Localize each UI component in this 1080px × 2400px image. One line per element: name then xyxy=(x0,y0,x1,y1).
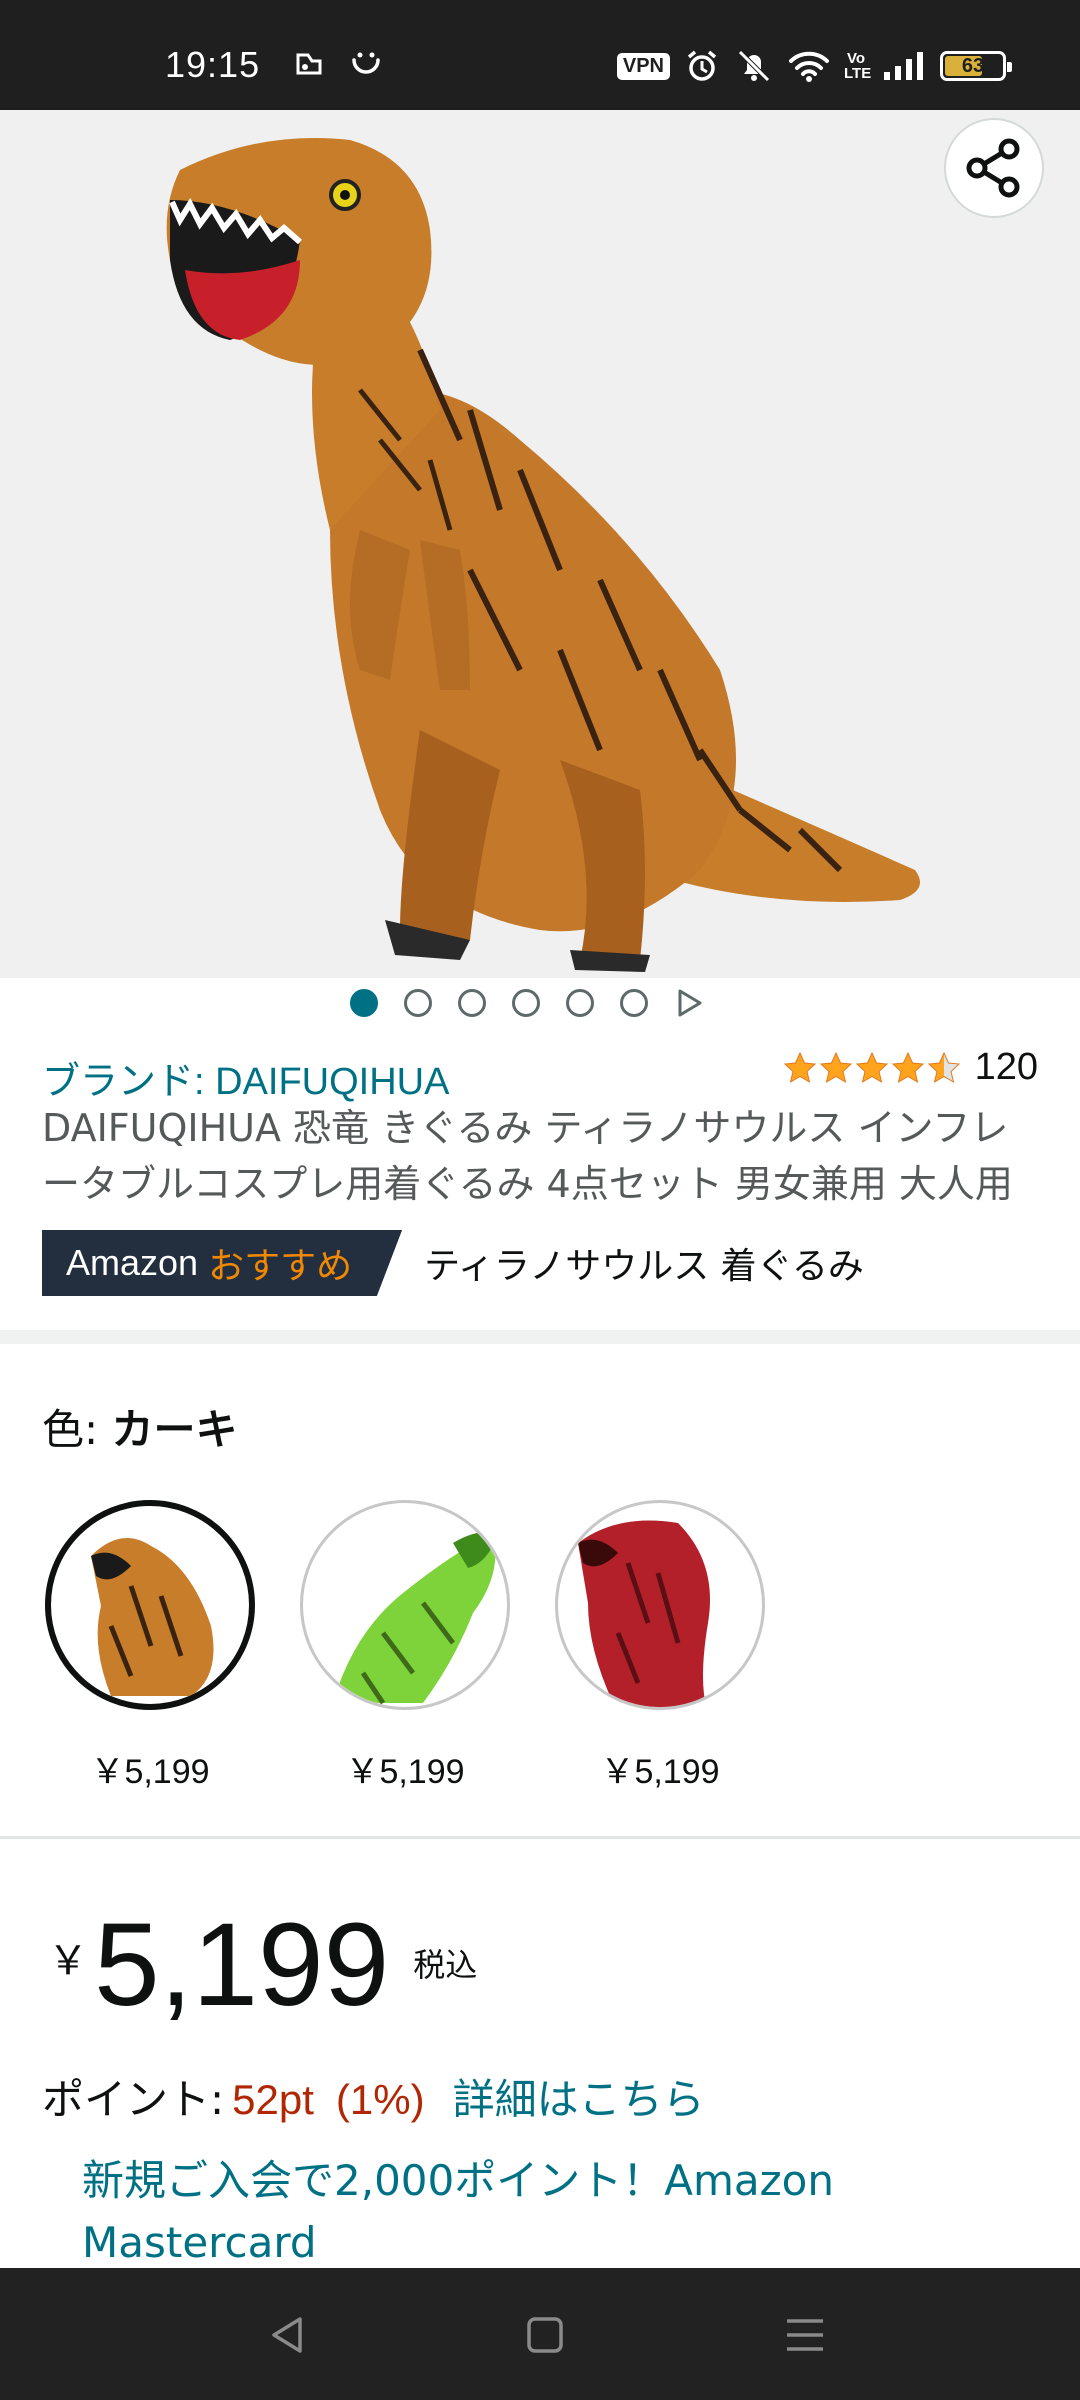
mastercard-promo-link[interactable]: 新規ご入会で2,000ポイント！Amazon Mastercard xyxy=(82,2150,982,2274)
choice-keyword: ティラノサウルス 着ぐるみ xyxy=(424,1246,864,1287)
points-label: ポイント: xyxy=(42,2075,225,2124)
color-swatch-price: ￥5,199 xyxy=(90,1753,210,1791)
price-block: ￥ 5,199 税込 xyxy=(48,1900,477,2030)
rating[interactable]: 120 xyxy=(783,1046,1038,1089)
pagination-dot[interactable] xyxy=(350,989,378,1017)
star-icon xyxy=(891,1051,924,1083)
battery-icon: 63 xyxy=(940,51,1012,81)
vpn-badge: VPN xyxy=(616,52,670,80)
share-button[interactable] xyxy=(944,118,1044,218)
section-divider xyxy=(0,1836,1080,1839)
image-pagination[interactable] xyxy=(350,988,704,1018)
color-label: 色: カーキ xyxy=(42,1396,238,1457)
smile-icon xyxy=(352,52,380,74)
red-trex-thumbnail xyxy=(578,1520,710,1707)
color-label-prefix: 色: xyxy=(42,1405,112,1454)
wifi-icon xyxy=(789,51,829,82)
color-swatch-price: ￥5,199 xyxy=(600,1753,720,1791)
share-icon xyxy=(966,138,1020,198)
nav-menu-button[interactable] xyxy=(775,2308,835,2362)
status-time: 19:15 xyxy=(165,44,261,85)
color-swatch-price: ￥5,199 xyxy=(345,1753,465,1791)
home-icon xyxy=(527,2317,563,2353)
color-swatch-red[interactable] xyxy=(555,1500,765,1710)
tax-label: 税込 xyxy=(413,1946,478,1984)
mute-bell-icon xyxy=(738,50,770,82)
pagination-dot[interactable] xyxy=(620,989,648,1017)
nav-back-button[interactable] xyxy=(258,2308,318,2362)
price-currency: ￥ xyxy=(48,1938,88,1984)
amazon-choice-row[interactable]: Amazon おすすめ ティラノサウルス 着ぐるみ xyxy=(42,1230,864,1296)
pagination-dot[interactable] xyxy=(566,989,594,1017)
pagination-dot[interactable] xyxy=(458,989,486,1017)
star-icon xyxy=(927,1051,960,1083)
star-icon xyxy=(819,1051,852,1083)
notification-app-icon xyxy=(296,53,322,75)
back-icon xyxy=(272,2317,302,2353)
brand-link[interactable]: ブランド: DAIFUQIHUA xyxy=(42,1050,449,1105)
rating-count[interactable]: 120 xyxy=(975,1046,1038,1089)
color-swatch-khaki[interactable] xyxy=(45,1500,255,1710)
khaki-trex-thumbnail xyxy=(91,1538,214,1696)
battery-level: 63 xyxy=(961,54,985,77)
choice-badge-amazon: Amazon xyxy=(66,1242,199,1283)
choice-badge-recommend: おすすめ xyxy=(208,1246,353,1287)
pagination-dot[interactable] xyxy=(512,989,540,1017)
status-bar: 19:15 VPN Vo LTE 63 xyxy=(0,0,1080,110)
menu-icon xyxy=(787,2319,823,2351)
product-image-carousel[interactable] xyxy=(0,110,1080,978)
play-video-icon[interactable] xyxy=(674,988,704,1018)
volte-label: Vo LTE xyxy=(844,50,872,82)
status-notification-icons xyxy=(292,46,384,82)
green-trex-thumbnail xyxy=(333,1531,498,1705)
points-row: ポイント: 52pt (1%) 詳細はこちら xyxy=(42,2066,705,2127)
amazon-choice-badge: Amazon おすすめ xyxy=(42,1230,403,1296)
points-value: 52pt xyxy=(232,2076,314,2123)
status-system-icons: VPN Vo LTE 63 xyxy=(616,48,1012,84)
alarm-icon xyxy=(687,50,717,81)
trex-costume-image xyxy=(166,138,920,972)
signal-icon xyxy=(884,52,923,80)
section-divider xyxy=(0,1330,1080,1344)
system-nav-bar xyxy=(0,2268,1080,2400)
price-value: 5,199 xyxy=(94,1899,390,2031)
star-icon xyxy=(783,1051,816,1083)
nav-home-button[interactable] xyxy=(515,2308,575,2362)
pagination-dot[interactable] xyxy=(404,989,432,1017)
color-selected-name: カーキ xyxy=(111,1405,238,1454)
color-swatch-green[interactable] xyxy=(300,1500,510,1710)
star-icon xyxy=(855,1051,888,1083)
points-percent: (1%) xyxy=(335,2076,425,2123)
points-details-link[interactable]: 詳細はこちら xyxy=(453,2066,705,2127)
product-title: DAIFUQIHUA 恐竜 きぐるみ ティラノサウルス インフレータブルコスプレ… xyxy=(42,1106,1013,1206)
rating-stars xyxy=(783,1051,961,1085)
